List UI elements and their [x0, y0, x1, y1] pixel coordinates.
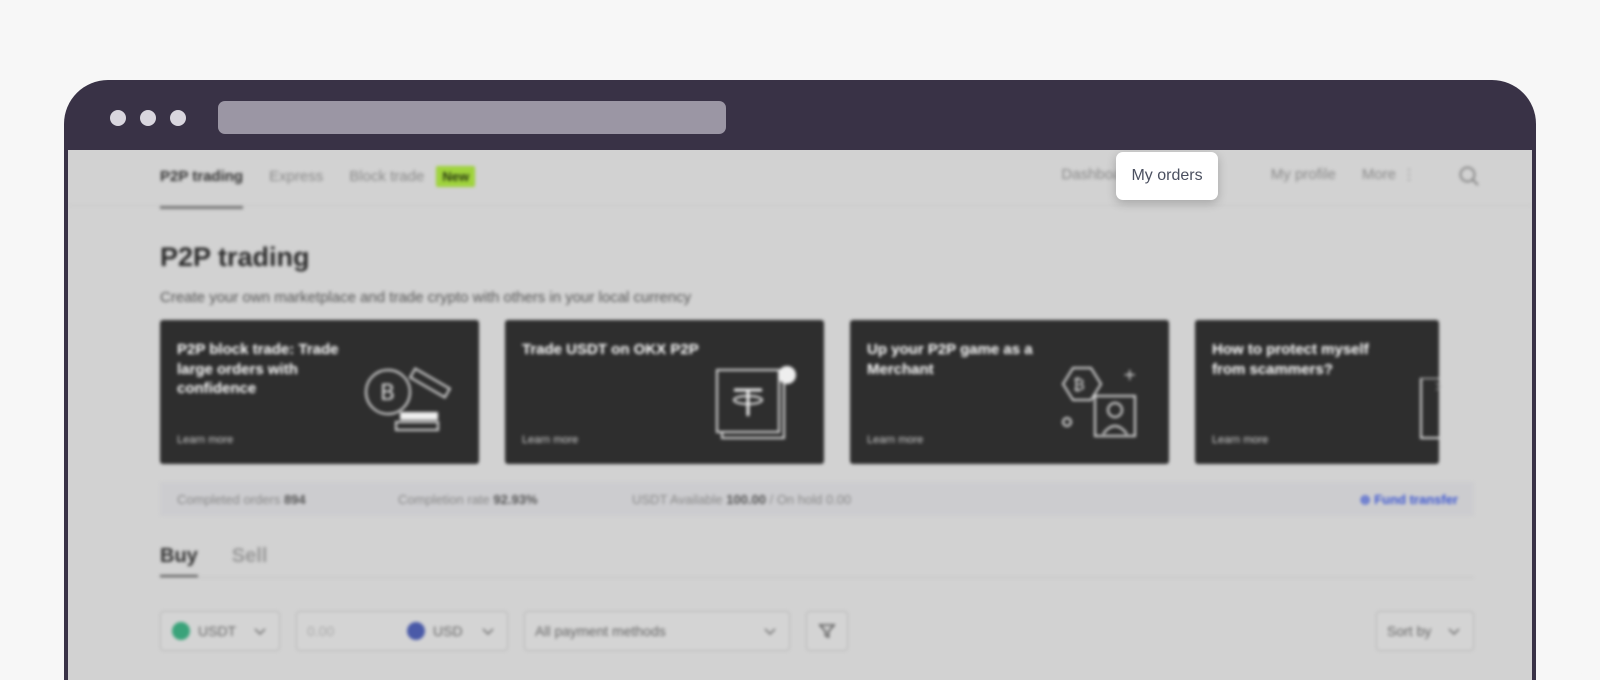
- stat-value: 100.00: [726, 492, 766, 507]
- learn-more-link[interactable]: Learn more: [177, 434, 233, 446]
- sort-select[interactable]: Sort by: [1376, 611, 1474, 651]
- dimmed-page: P2P trading Express Block trade New Dash…: [68, 150, 1532, 680]
- promo-cards: P2P block trade: Trade large orders with…: [160, 320, 1441, 464]
- nav-express[interactable]: Express: [269, 168, 323, 185]
- more-dots-icon: ⋮: [1402, 166, 1416, 182]
- stat-completion-rate: Completion rate 92.93%: [398, 492, 538, 507]
- page-title: P2P trading: [160, 242, 310, 272]
- browser-window: P2P trading Express Block trade New Dash…: [64, 80, 1536, 680]
- nav-more-label: More: [1361, 166, 1396, 183]
- window-controls: [110, 110, 186, 126]
- minimize-dot-icon[interactable]: [140, 110, 156, 126]
- top-nav: P2P trading Express Block trade New Dash…: [68, 150, 1532, 209]
- card-title: Trade USDT on OKX P2P: [522, 341, 699, 358]
- transfer-icon: ⊜: [1359, 492, 1375, 507]
- stat-label: Completion rate: [398, 492, 490, 507]
- card-title: How to protect myself from scammers?: [1212, 341, 1369, 378]
- stat-value: 894: [283, 492, 306, 507]
- nav-my-orders[interactable]: My orders: [1116, 152, 1218, 200]
- learn-more-link[interactable]: Learn more: [1212, 434, 1268, 446]
- promo-card-trade-usdt[interactable]: Trade USDT on OKX P2P Learn more: [505, 320, 824, 464]
- crypto-value: USDT: [198, 623, 237, 639]
- stat-value: 92.93%: [493, 492, 538, 507]
- card-title: Up your P2P game as a Merchant: [867, 341, 1033, 378]
- web-viewport: P2P trading Express Block trade New Dash…: [68, 150, 1532, 680]
- usd-flag-icon: [407, 622, 425, 640]
- chevron-down-icon: [254, 628, 266, 636]
- svg-text:₿: ₿: [1073, 375, 1085, 394]
- payment-method-select[interactable]: All payment methods: [524, 611, 790, 651]
- crypto-select[interactable]: USDT: [160, 611, 280, 651]
- fund-transfer-link[interactable]: ⊜ Fund transfer: [1360, 492, 1458, 508]
- close-dot-icon[interactable]: [110, 110, 126, 126]
- search-icon[interactable]: [1458, 165, 1480, 187]
- filter-bar: USDT 0.00 USD All payment methods Sort b…: [160, 611, 1474, 651]
- filter-icon: [818, 624, 836, 639]
- filter-button[interactable]: [806, 611, 848, 651]
- nav-more[interactable]: More ⋮: [1362, 166, 1416, 183]
- promo-card-scammers[interactable]: How to protect myself from scammers? Lea…: [1195, 320, 1441, 464]
- nav-block-trade[interactable]: Block trade: [349, 168, 424, 185]
- fiat-value: USD: [433, 623, 463, 639]
- tab-sell[interactable]: Sell: [232, 545, 268, 568]
- card-title: P2P block trade: Trade large orders with…: [177, 341, 339, 397]
- bitcoin-stack-icon: B: [365, 367, 452, 431]
- nav-p2p-trading[interactable]: P2P trading: [160, 168, 244, 209]
- usdt-coin-icon: [172, 622, 190, 640]
- promo-card-merchant[interactable]: Up your P2P game as a Merchant Learn mor…: [850, 320, 1169, 464]
- svg-text:+: +: [1123, 365, 1136, 384]
- chevron-down-icon: [764, 628, 776, 636]
- amount-fiat-input[interactable]: 0.00 USD: [296, 611, 508, 651]
- stat-on-hold: / On hold 0.00: [769, 492, 852, 507]
- chevron-down-icon: [482, 628, 494, 636]
- learn-more-link[interactable]: Learn more: [522, 434, 578, 446]
- fund-transfer-label: Fund transfer: [1374, 492, 1458, 507]
- amount-placeholder: 0.00: [307, 623, 335, 639]
- stat-label: USDT Available: [632, 492, 723, 507]
- stat-usdt-available: USDT Available 100.00 / On hold 0.00: [632, 492, 851, 507]
- chevron-down-icon: [1448, 628, 1460, 636]
- maximize-dot-icon[interactable]: [170, 110, 186, 126]
- svg-text:B: B: [380, 381, 395, 406]
- sort-value: Sort by: [1387, 623, 1432, 639]
- buy-sell-tabs: Buy Sell: [160, 545, 268, 578]
- payment-value: All payment methods: [535, 623, 666, 639]
- address-bar[interactable]: [218, 101, 726, 134]
- page-subtitle: Create your own marketplace and trade cr…: [160, 289, 692, 306]
- nav-my-profile[interactable]: My profile: [1271, 166, 1336, 183]
- tab-divider: [160, 577, 1474, 578]
- tab-buy[interactable]: Buy: [160, 545, 198, 578]
- tether-document-icon: [716, 366, 796, 439]
- new-badge: New: [436, 166, 476, 187]
- learn-more-link[interactable]: Learn more: [867, 434, 923, 446]
- merchant-badge-icon: ₿ +: [1061, 365, 1136, 437]
- promo-card-block-trade[interactable]: P2P block trade: Trade large orders with…: [160, 320, 479, 464]
- carousel-next-icon[interactable]: ›: [1434, 375, 1441, 398]
- page-background: P2P trading Express Block trade New Dash…: [0, 0, 1600, 680]
- account-stats-bar: Completed orders 894 Completion rate 92.…: [160, 482, 1474, 516]
- stat-completed-orders: Completed orders 894: [177, 492, 306, 507]
- stat-label: Completed orders: [177, 492, 281, 507]
